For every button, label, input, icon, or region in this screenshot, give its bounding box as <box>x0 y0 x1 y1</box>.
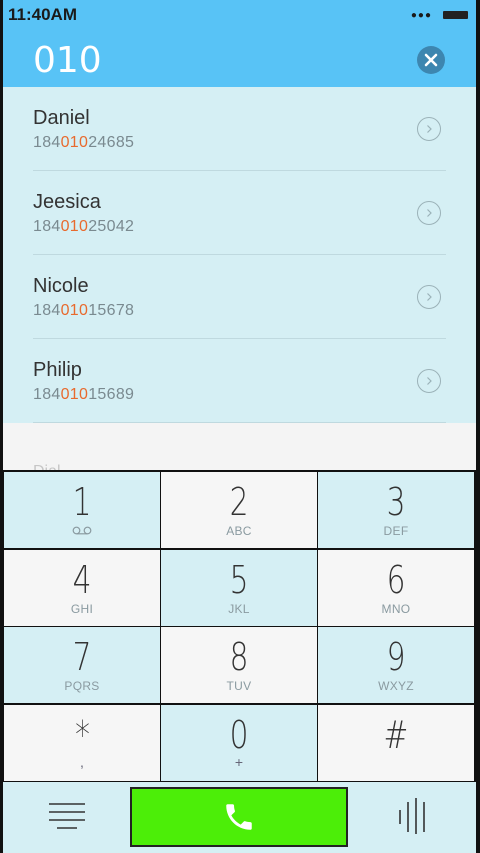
key-digit: 1 <box>72 480 92 524</box>
contact-name: Jeesica <box>33 191 101 213</box>
key-digit: 6 <box>386 558 406 602</box>
key-9[interactable]: 9 WXYZ <box>318 627 474 703</box>
key-letters: ABC <box>226 524 252 538</box>
device-frame-left <box>0 0 3 853</box>
contact-number: 18401015689 <box>33 386 135 403</box>
contact-number: 18401015678 <box>33 302 135 319</box>
key-letters: PQRS <box>64 679 100 693</box>
key-digit: 7 <box>72 635 92 679</box>
key-digit: 2 <box>229 480 249 524</box>
key-digit: # <box>383 713 409 757</box>
key-6[interactable]: 6 MNO <box>318 550 474 626</box>
call-button[interactable] <box>130 787 348 847</box>
dialpad: 1 2 ABC 3 DEF 4 GHI 5 JKL 6 MNO 7 PQRS 8… <box>2 470 476 782</box>
key-8[interactable]: 8 TUV <box>161 627 317 703</box>
phone-icon <box>226 804 252 830</box>
key-letters: TUV <box>226 679 252 693</box>
menu-lines-icon <box>49 803 85 829</box>
key-digit: * <box>74 713 90 757</box>
contact-list: Daniel 18401024685 Jeesica 18401025042 N… <box>3 87 476 423</box>
key-letters: DEF <box>383 524 409 538</box>
key-digit: 8 <box>229 635 249 679</box>
key-symbol: + <box>234 754 244 770</box>
key-letters: JKL <box>228 602 250 616</box>
key-star[interactable]: * , <box>4 705 160 781</box>
key-5[interactable]: 5 JKL <box>161 550 317 626</box>
key-3[interactable]: 3 DEF <box>318 472 474 548</box>
key-digit: 0 <box>229 713 249 757</box>
key-digit: 4 <box>72 558 92 602</box>
voicemail-icon <box>72 524 92 538</box>
key-letters: GHI <box>70 602 94 616</box>
chevron-right-icon <box>427 209 432 217</box>
contact-row[interactable]: Daniel 18401024685 <box>3 87 476 171</box>
dialer-screen: 11:40AM ●●● 010 Daniel 18401024685 Jeesi… <box>0 0 480 853</box>
key-1[interactable]: 1 <box>4 472 160 548</box>
chevron-right-icon <box>427 293 432 301</box>
key-digit: 5 <box>229 558 249 602</box>
status-time: 11:40AM <box>8 5 77 24</box>
contact-row[interactable]: Nicole 18401015678 <box>3 255 476 339</box>
key-0[interactable]: 0 + <box>161 705 317 781</box>
contact-number: 18401024685 <box>33 134 135 151</box>
dialpad-toggle-button[interactable] <box>393 794 433 838</box>
dial-header: 010 <box>3 30 476 87</box>
contact-row[interactable]: Jeesica 18401025042 <box>3 171 476 255</box>
chevron-right-icon <box>427 377 432 385</box>
battery-icon <box>443 11 468 19</box>
contact-details-button[interactable] <box>417 285 441 309</box>
key-7[interactable]: 7 PQRS <box>4 627 160 703</box>
contact-row[interactable]: Philip 18401015689 <box>3 339 476 423</box>
chevron-right-icon <box>427 125 432 133</box>
menu-button[interactable] <box>47 798 87 834</box>
bottom-bar <box>3 782 476 853</box>
contact-name: Daniel <box>33 107 90 129</box>
clear-button[interactable] <box>417 46 445 74</box>
contact-details-button[interactable] <box>417 201 441 225</box>
key-digit: 9 <box>386 635 406 679</box>
key-symbol: , <box>80 754 84 770</box>
vertical-lines-icon <box>399 798 425 834</box>
status-bar: 11:40AM ●●● <box>0 0 480 30</box>
contact-details-button[interactable] <box>417 369 441 393</box>
key-letters: WXYZ <box>378 679 414 693</box>
contact-details-button[interactable] <box>417 117 441 141</box>
contact-name: Nicole <box>33 275 89 297</box>
key-letters: MNO <box>381 602 411 616</box>
close-icon <box>424 53 438 67</box>
lower-area: Dial <box>3 423 476 480</box>
device-frame-right <box>476 0 480 853</box>
key-hash[interactable]: # <box>318 705 474 781</box>
key-4[interactable]: 4 GHI <box>4 550 160 626</box>
key-2[interactable]: 2 ABC <box>161 472 317 548</box>
contact-name: Philip <box>33 359 82 381</box>
key-digit: 3 <box>386 480 406 524</box>
dialed-number: 010 <box>33 40 102 81</box>
status-dots-icon: ●●● <box>410 10 432 21</box>
contact-number: 18401025042 <box>33 218 135 235</box>
